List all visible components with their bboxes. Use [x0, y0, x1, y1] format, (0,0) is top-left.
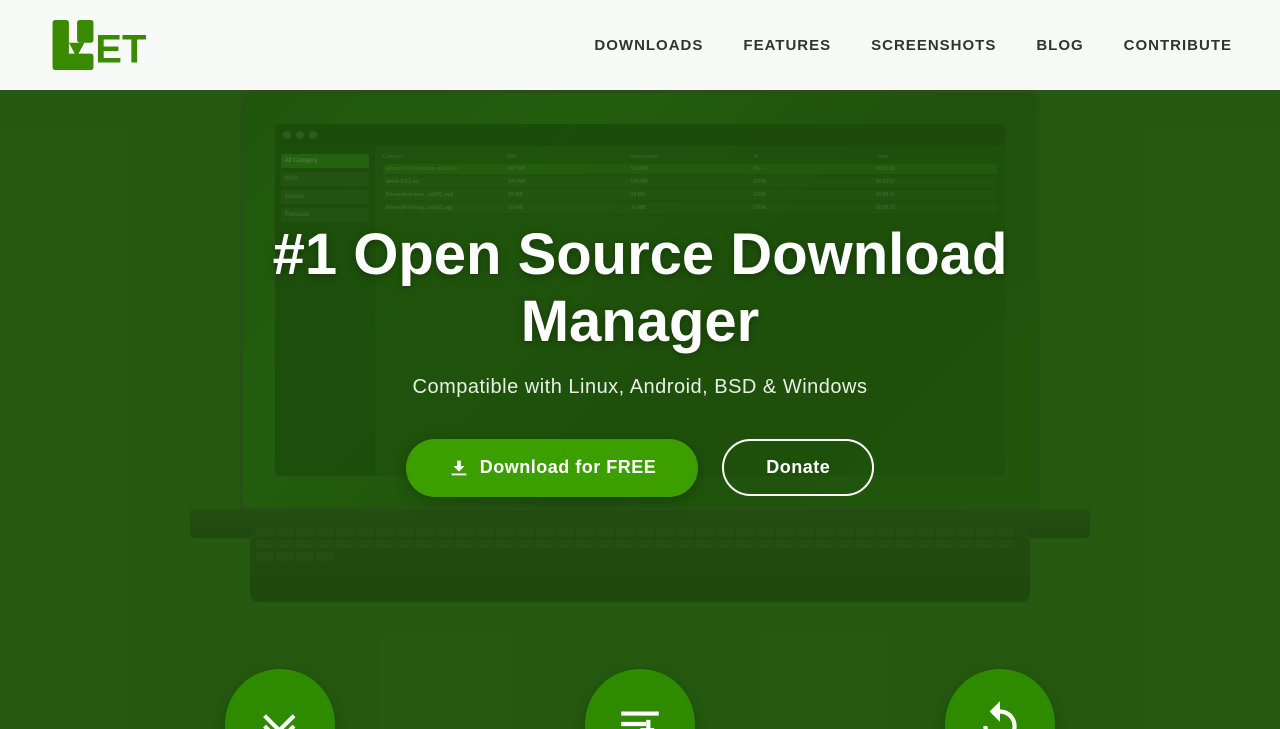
- hero-subtitle: Compatible with Linux, Android, BSD & Wi…: [413, 376, 868, 399]
- hero-content: #1 Open Source Download Manager Compatib…: [0, 90, 1280, 729]
- download-icon: [448, 457, 470, 479]
- chevron-double-down-icon: [255, 699, 305, 729]
- nav-blog[interactable]: BLOG: [1036, 37, 1083, 54]
- nav-screenshots[interactable]: SCREENSHOTS: [871, 37, 996, 54]
- hero-title: #1 Open Source Download Manager: [190, 222, 1090, 355]
- hero-buttons: Download for FREE Donate: [406, 439, 875, 497]
- nav-downloads[interactable]: DOWNLOADS: [594, 37, 703, 54]
- nav-features[interactable]: FEATURES: [743, 37, 831, 54]
- feature-icons-row: [0, 669, 1280, 729]
- hero-section: All Category ISOs Games Podcasts Categor…: [0, 0, 1280, 729]
- download-button-label: Download for FREE: [480, 457, 657, 478]
- svg-text:ET: ET: [95, 28, 146, 72]
- main-nav: DOWNLOADS FEATURES SCREENSHOTS BLOG CONT…: [594, 37, 1232, 54]
- logo-icon: ET: [48, 15, 148, 75]
- download-button[interactable]: Download for FREE: [406, 439, 699, 497]
- redo-icon: [975, 699, 1025, 729]
- site-header: ET DOWNLOADS FEATURES SCREENSHOTS BLOG C…: [0, 0, 1280, 90]
- feature-icon-1: [225, 669, 335, 729]
- feature-icon-2: [585, 669, 695, 729]
- sort-download-icon: [615, 699, 665, 729]
- donate-button[interactable]: Donate: [722, 439, 874, 496]
- feature-icon-3: [945, 669, 1055, 729]
- logo-link[interactable]: ET: [48, 15, 148, 75]
- donate-button-label: Donate: [766, 457, 830, 477]
- nav-contribute[interactable]: CONTRIBUTE: [1124, 37, 1232, 54]
